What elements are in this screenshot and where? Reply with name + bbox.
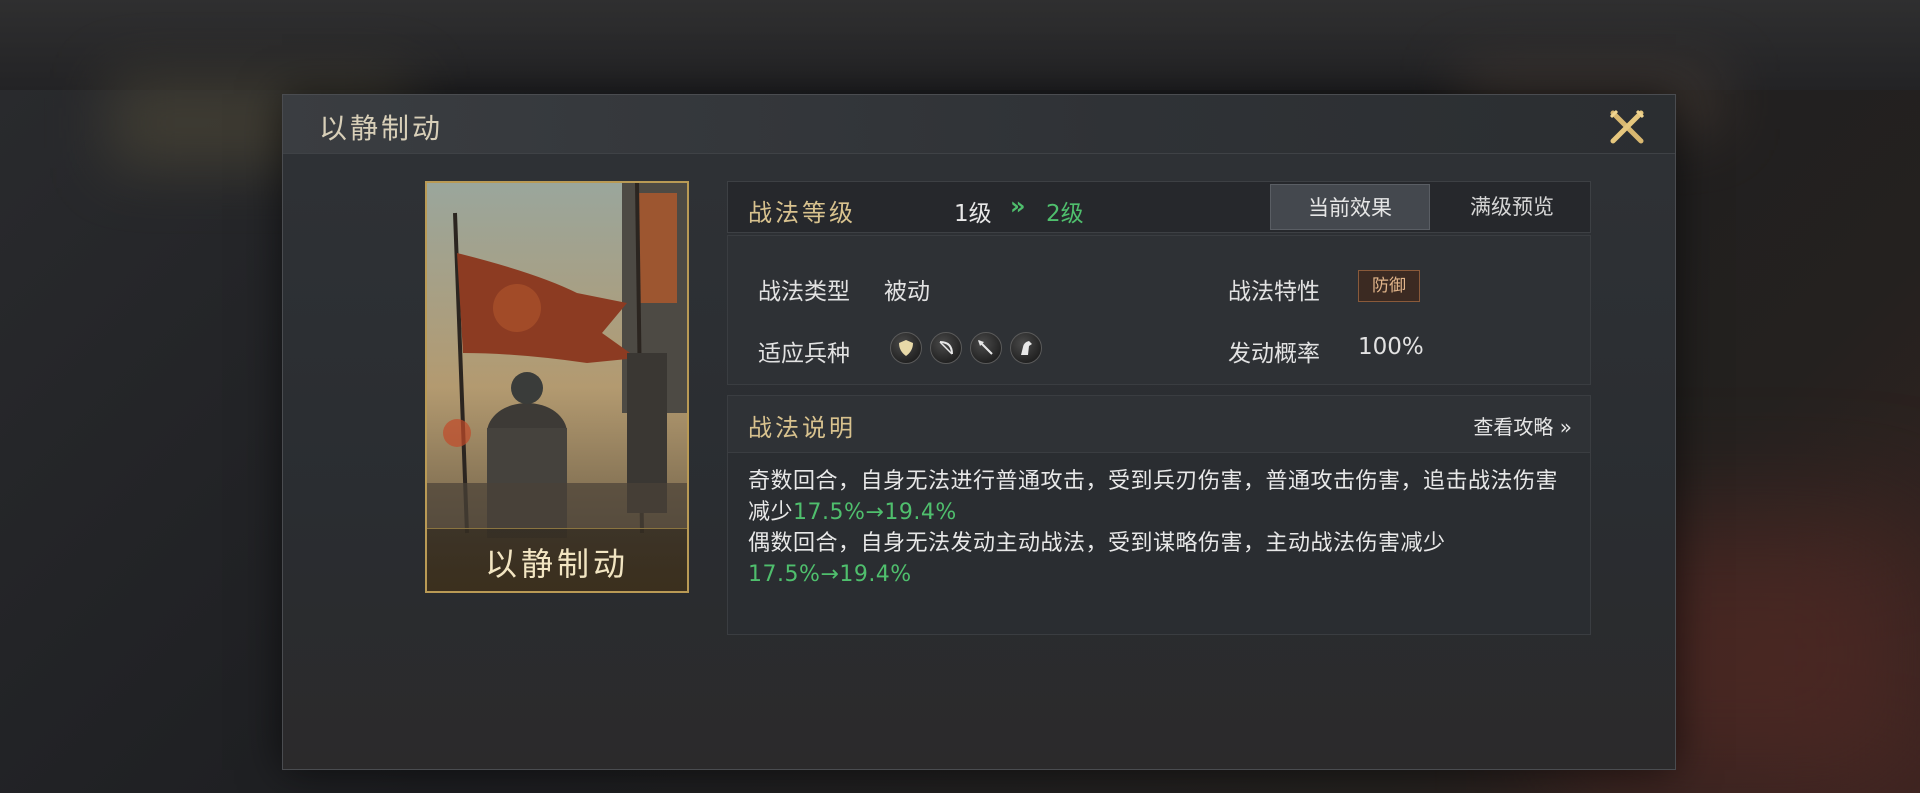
description-title: 战法说明 [748,414,856,442]
view-guide-link[interactable]: 查看攻略 » [1473,411,1572,440]
dialog-title: 以静制动 [319,112,444,145]
description-body: 奇数回合，自身无法进行普通攻击，受到兵刃伤害，普通攻击伤害，追击战法伤害减少17… [748,466,1578,590]
description-line: 偶数回合，自身无法发动主动战法，受到谋略伤害，主动战法伤害减少 17.5%→19.… [748,528,1578,590]
tactic-dialog: 以静制动 以静制动 战法等级 1级 » 2级 当前效果 满级预览 战法类型 被动… [282,94,1676,770]
trigger-rate-value: 100% [1358,334,1424,360]
description-value: 17.5%→19.4% [793,500,957,525]
level-bar: 战法等级 1级 » 2级 当前效果 满级预览 [727,181,1591,233]
tactic-type-value: 被动 [884,279,930,305]
level-label: 战法等级 [748,199,856,227]
tab-max-level-preview[interactable]: 满级预览 [1432,184,1592,230]
trigger-rate-label: 发动概率 [1228,341,1320,367]
tactic-type-label: 战法类型 [758,279,850,305]
horse-icon [1010,332,1042,364]
info-panel: 战法类型 被动 战法特性 防御 适应兵种 发动概率 100% [727,235,1591,385]
tactic-trait-badge: 防御 [1358,270,1420,302]
level-next: 2级 [1046,201,1084,227]
troop-type-label: 适应兵种 [758,341,850,367]
description-header: 战法说明 查看攻略 » [728,396,1590,453]
card-name: 以静制动 [484,545,629,583]
spear-icon [970,332,1002,364]
tactic-trait-label: 战法特性 [1228,279,1320,305]
description-line: 奇数回合，自身无法进行普通攻击，受到兵刃伤害，普通攻击伤害，追击战法伤害减少17… [748,466,1578,528]
card-name-bar: 以静制动 [427,528,687,591]
description-text: 偶数回合，自身无法发动主动战法，受到谋略伤害，主动战法伤害减少 [748,531,1446,556]
description-panel: 战法说明 查看攻略 » 奇数回合，自身无法进行普通攻击，受到兵刃伤害，普通攻击伤… [727,395,1591,635]
level-current: 1级 [954,201,992,227]
dialog-title-bar: 以静制动 [283,95,1675,154]
description-value: 17.5%→19.4% [748,562,912,587]
shield-icon [890,332,922,364]
bow-icon [930,332,962,364]
close-button[interactable] [1605,105,1649,149]
close-crossed-swords-icon [1609,109,1645,144]
level-arrow-icon: » [1010,192,1026,220]
tab-current-effect[interactable]: 当前效果 [1270,184,1430,230]
tactic-card: 以静制动 [425,181,689,593]
